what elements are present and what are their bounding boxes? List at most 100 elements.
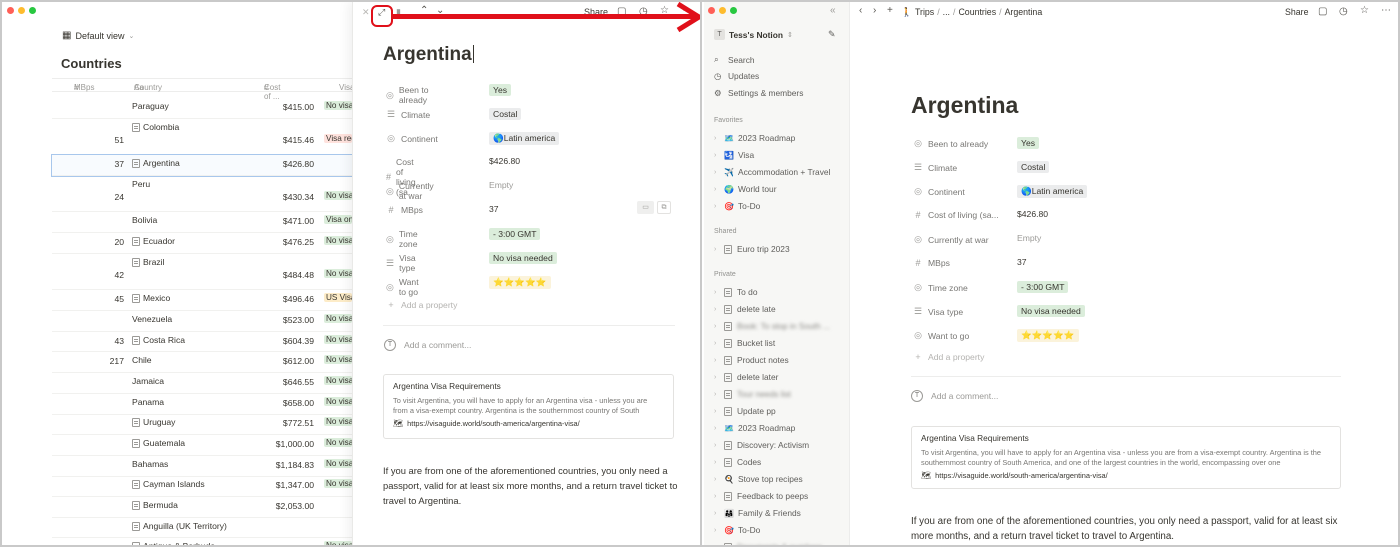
forward-icon[interactable]: ›: [873, 5, 876, 17]
cell-mbps[interactable]: 45: [52, 294, 124, 304]
cell-country[interactable]: Cayman Islands: [132, 479, 205, 489]
new-page-icon[interactable]: ✎: [828, 29, 836, 40]
property-visa[interactable]: ☰ Visa type: [386, 253, 418, 273]
sidebar-item[interactable]: › Book: To stop in South ...: [714, 321, 830, 331]
cell-mbps[interactable]: 20: [52, 237, 124, 247]
comment-input[interactable]: T Add a comment...: [911, 390, 998, 402]
cell-cost[interactable]: $612.00: [256, 356, 314, 366]
close-window-button[interactable]: [708, 7, 715, 14]
cell-country[interactable]: Bahamas: [132, 459, 168, 469]
cell-cost[interactable]: $658.00: [256, 398, 314, 408]
page-title[interactable]: Argentina: [383, 44, 474, 66]
property-value-climate[interactable]: Costal: [489, 108, 522, 120]
chevron-right-icon[interactable]: ›: [714, 391, 720, 398]
cell-country[interactable]: Chile: [132, 355, 152, 365]
property-been[interactable]: ◎ Been to already: [386, 85, 429, 105]
cell-country[interactable]: Peru: [132, 179, 150, 189]
table-row[interactable]: Bermuda $2,053.00: [52, 497, 352, 518]
cell-cost[interactable]: $604.39: [256, 336, 314, 346]
property-value-cost[interactable]: $426.80: [489, 156, 520, 166]
sidebar-item[interactable]: › To do: [714, 287, 758, 297]
sidebar-item[interactable]: › Codes: [714, 457, 761, 467]
property-value-visa[interactable]: No visa needed: [1017, 305, 1085, 317]
property-climate[interactable]: ☰ Climate: [913, 162, 957, 173]
sidebar-item[interactable]: › 🛂 Visa: [714, 150, 754, 160]
breadcrumb-countries[interactable]: Countries: [958, 7, 996, 18]
property-value-war[interactable]: Empty: [489, 180, 513, 190]
sidebar-item[interactable]: › ✈️ Accommodation + Travel: [714, 167, 830, 177]
sidebar-item[interactable]: › Product notes: [714, 355, 789, 365]
chevron-right-icon[interactable]: ›: [714, 169, 720, 176]
property-mbps[interactable]: # MBps: [386, 205, 422, 215]
cell-cost[interactable]: $471.00: [256, 216, 314, 226]
table-row[interactable]: Panama $658.00 No visa needed: [52, 394, 352, 415]
table-row[interactable]: 24 Peru $430.34 No visa needed: [52, 176, 352, 212]
property-tz[interactable]: ◎ Time zone: [913, 282, 968, 293]
cell-visa[interactable]: No visa needed: [324, 438, 352, 447]
sidebar-item[interactable]: › Euro trip 2023: [714, 244, 790, 254]
sidebar-item[interactable]: › 🗺️ 2023 Roadmap: [714, 133, 795, 143]
chevron-right-icon[interactable]: ›: [714, 203, 720, 210]
cell-cost[interactable]: $484.48: [256, 270, 314, 280]
sidebar-item[interactable]: › Bucket list: [714, 338, 775, 348]
sidebar-updates[interactable]: ◷ Updates: [714, 71, 759, 81]
property-value-visa[interactable]: No visa needed: [489, 252, 557, 264]
table-row[interactable]: 20 Ecuador $476.25 No visa needed: [52, 233, 352, 254]
property-value-tz[interactable]: - 3:00 GMT: [1017, 281, 1069, 293]
cell-cost[interactable]: $772.51: [256, 418, 314, 428]
cell-country[interactable]: Brazil: [132, 257, 165, 267]
table-row[interactable]: Bahamas $1,184.83 No visa needed: [52, 456, 352, 477]
add-icon[interactable]: +: [887, 5, 893, 17]
property-want[interactable]: ◎ Want to go: [386, 277, 421, 297]
property-mbps[interactable]: # MBps: [913, 258, 949, 268]
table-row[interactable]: Anguilla (UK Territory): [52, 518, 352, 538]
property-value-mbps[interactable]: 37: [489, 204, 499, 214]
chevron-right-icon[interactable]: ›: [714, 186, 720, 193]
property-value-want[interactable]: ⭐⭐⭐⭐⭐: [1017, 329, 1079, 342]
copy-icon[interactable]: ⧉: [657, 201, 671, 214]
sidebar-item[interactable]: › Discovery: Activism: [714, 440, 809, 450]
back-icon[interactable]: ‹: [859, 5, 862, 17]
cell-visa[interactable]: Visa on arrival: [324, 215, 352, 224]
chevron-right-icon[interactable]: ›: [714, 459, 720, 466]
cell-mbps[interactable]: 24: [52, 192, 124, 202]
breadcrumb-trips[interactable]: Trips: [915, 7, 934, 18]
cell-cost[interactable]: $646.55: [256, 377, 314, 387]
sidebar-item[interactable]: › 🍳 Stove top recipes: [714, 474, 803, 484]
property-value-tz[interactable]: - 3:00 GMT: [489, 228, 541, 240]
table-row[interactable]: Antigua & Barbuda No visa needed: [52, 538, 352, 545]
cell-visa[interactable]: Visa required: [324, 134, 352, 143]
table-row[interactable]: Jamaica $646.55 No visa needed: [52, 373, 352, 394]
cell-cost[interactable]: $2,053.00: [256, 501, 314, 511]
cell-country[interactable]: Uruguay: [132, 417, 175, 427]
chevron-right-icon[interactable]: ›: [714, 408, 720, 415]
more-icon[interactable]: ⋯: [1381, 5, 1391, 17]
property-cost[interactable]: # Cost of living (sa...: [913, 210, 998, 220]
property-want[interactable]: ◎ Want to go: [913, 330, 969, 341]
chevron-right-icon[interactable]: ›: [714, 289, 720, 296]
cell-country[interactable]: Argentina: [132, 158, 180, 168]
cell-mbps[interactable]: 51: [52, 135, 124, 145]
body-paragraph[interactable]: If you are from one of the aforementione…: [383, 463, 678, 508]
sidebar-item[interactable]: › Tour needs list: [714, 389, 791, 399]
cell-visa[interactable]: No visa needed: [324, 269, 352, 278]
sidebar-item[interactable]: › 🌍 World tour: [714, 184, 776, 194]
cell-cost[interactable]: $426.80: [256, 159, 314, 169]
star-icon[interactable]: ☆: [1360, 5, 1369, 17]
zoom-window-button[interactable]: [29, 7, 36, 14]
cell-visa[interactable]: No visa needed: [324, 191, 352, 200]
chevron-right-icon[interactable]: ›: [714, 357, 720, 364]
cell-visa[interactable]: No visa needed: [324, 459, 352, 468]
cell-visa[interactable]: No visa needed: [324, 479, 352, 488]
property-tz[interactable]: ◎ Time zone: [386, 229, 420, 249]
close-window-button[interactable]: [7, 7, 14, 14]
cell-visa[interactable]: No visa needed: [324, 417, 352, 426]
bookmark-card[interactable]: Argentina Visa Requirements To visit Arg…: [383, 374, 674, 439]
table-row[interactable]: Uruguay $772.51 No visa needed: [52, 414, 352, 435]
chevron-right-icon[interactable]: ›: [714, 493, 720, 500]
table-row[interactable]: 45 Mexico $496.46 US Visa: [52, 290, 352, 311]
sidebar-item[interactable]: › 👨‍👩‍👧 Family & Friends: [714, 508, 801, 518]
chevron-right-icon[interactable]: ›: [714, 374, 720, 381]
sidebar-item[interactable]: › 🎯 To-Do: [714, 201, 760, 211]
bookmark-card[interactable]: Argentina Visa Requirements To visit Arg…: [911, 426, 1341, 489]
